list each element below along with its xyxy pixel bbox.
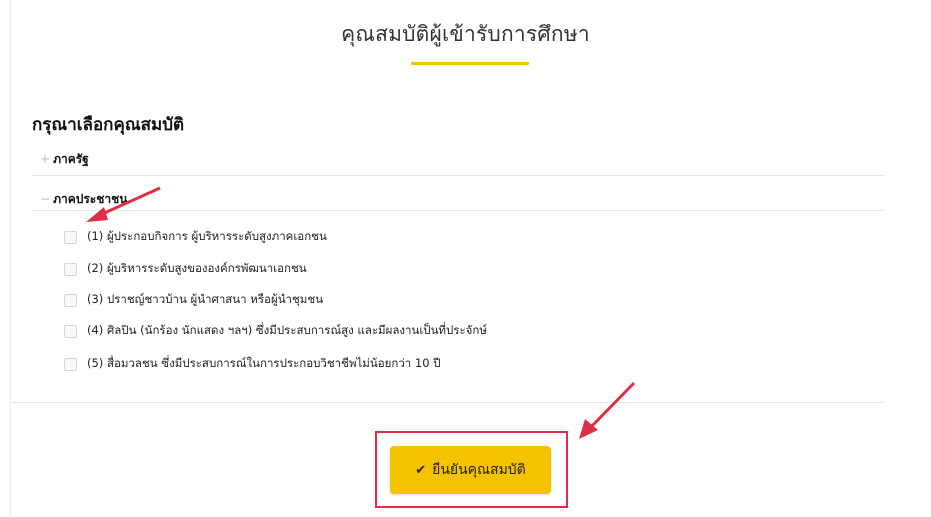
annotation-arrows — [86, 186, 636, 439]
annotation-arrow-top — [86, 186, 161, 222]
annotation-arrow-bottom — [579, 381, 636, 439]
